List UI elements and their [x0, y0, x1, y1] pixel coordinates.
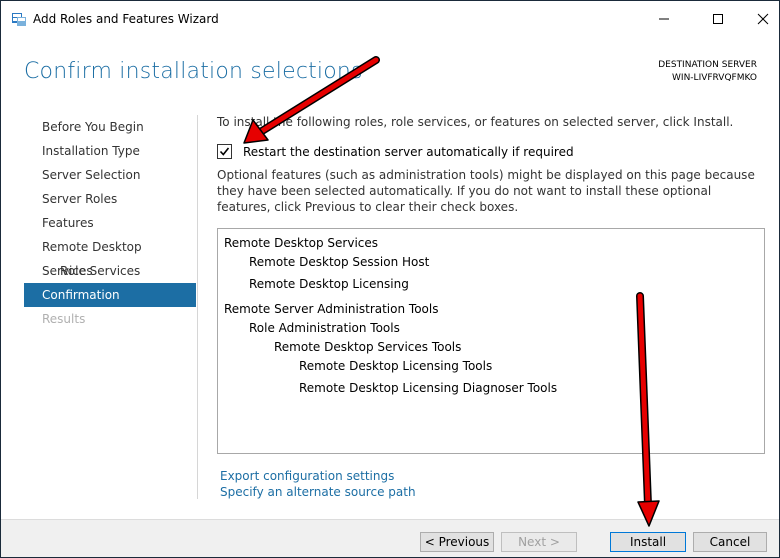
next-button: Next > — [501, 532, 577, 552]
title-bar: Add Roles and Features Wizard — [1, 1, 779, 37]
list-item: Remote Desktop Services Tools — [274, 340, 462, 354]
nav-item-server-roles[interactable]: Server Roles — [24, 187, 196, 211]
cancel-button[interactable]: Cancel — [693, 532, 767, 552]
close-button[interactable] — [740, 1, 779, 37]
list-item: Role Administration Tools — [249, 321, 400, 335]
install-button[interactable]: Install — [610, 532, 686, 552]
window-title: Add Roles and Features Wizard — [33, 12, 219, 26]
alternate-source-link[interactable]: Specify an alternate source path — [220, 485, 416, 499]
nav-item-results: Results — [42, 312, 86, 326]
selections-list[interactable]: Remote Desktop Services Remote Desktop S… — [217, 228, 765, 454]
intro-text: To install the following roles, role ser… — [217, 115, 734, 129]
nav-item-features[interactable]: Features — [24, 211, 196, 235]
list-item: Remote Desktop Licensing — [249, 277, 409, 291]
page-title: Confirm installation selections — [24, 59, 363, 84]
wizard-footer: < Previous Next > Install Cancel — [1, 519, 779, 557]
list-item: Remote Desktop Session Host — [249, 255, 430, 269]
list-item: Remote Desktop Licensing Diagnoser Tools — [299, 381, 558, 395]
list-item: Remote Desktop Services — [224, 236, 379, 250]
server-manager-icon — [11, 11, 27, 27]
nav-item-confirmation[interactable]: Confirmation — [24, 283, 196, 307]
nav-item-installation-type[interactable]: Installation Type — [24, 139, 196, 163]
nav-item-server-selection[interactable]: Server Selection — [24, 163, 196, 187]
restart-checkbox-label[interactable]: Restart the destination server automatic… — [243, 145, 574, 159]
maximize-button[interactable] — [695, 1, 741, 37]
destination-server-label: DESTINATION SERVER — [658, 60, 757, 70]
optional-features-note: Optional features (such as administratio… — [217, 168, 755, 214]
restart-checkbox[interactable] — [217, 144, 232, 159]
previous-button[interactable]: < Previous — [420, 532, 494, 552]
list-item: Remote Desktop Licensing Tools — [299, 359, 493, 373]
wizard-nav: Before You Begin Installation Type Serve… — [24, 115, 196, 331]
nav-item-remote-desktop-services[interactable]: Remote Desktop Services — [24, 235, 196, 278]
list-item: Remote Server Administration Tools — [224, 302, 439, 316]
checkmark-icon — [219, 147, 230, 156]
restart-option[interactable]: Restart the destination server automatic… — [217, 144, 574, 159]
export-configuration-link[interactable]: Export configuration settings — [220, 469, 394, 483]
nav-divider — [197, 115, 198, 499]
wizard-window: Add Roles and Features Wizard Confirm in… — [0, 0, 780, 558]
nav-item-before-you-begin[interactable]: Before You Begin — [24, 115, 196, 139]
destination-server-name: WIN-LIVFRVQFMKO — [672, 73, 757, 83]
minimize-button[interactable] — [641, 1, 687, 37]
